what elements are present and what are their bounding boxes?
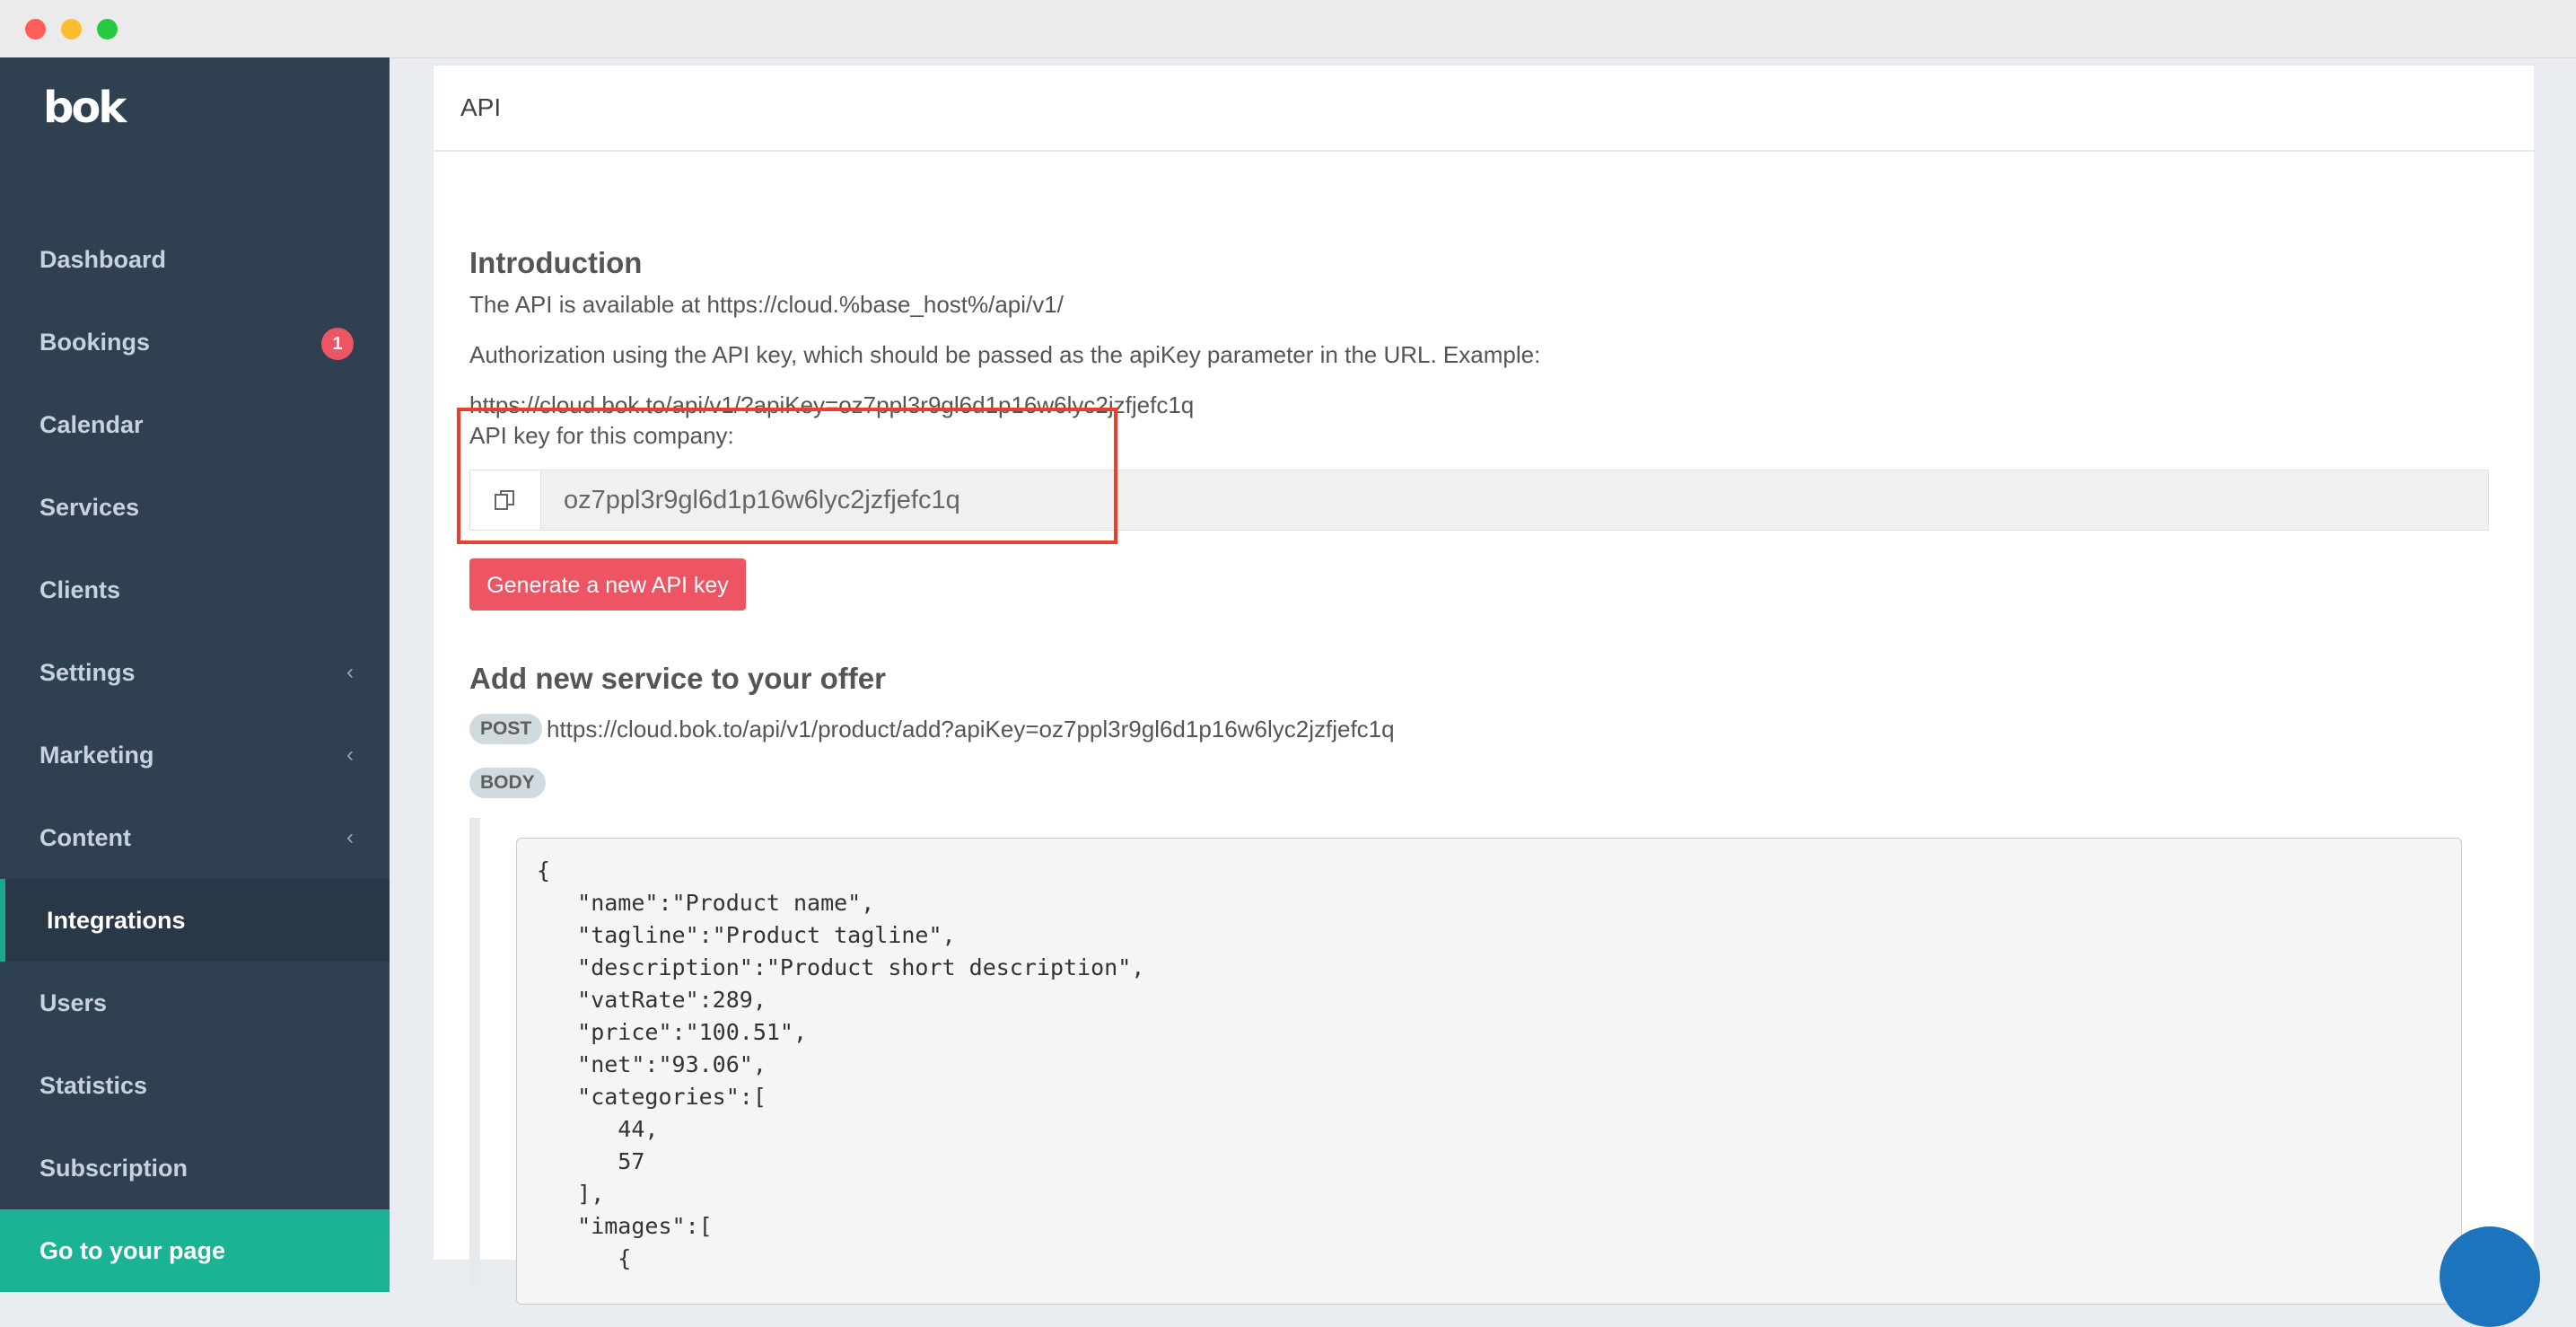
api-key-highlight-box — [457, 408, 1117, 544]
request-body-code: { "name":"Product name", "tagline":"Prod… — [516, 838, 2462, 1305]
sidebar-item-label: Marketing — [39, 742, 154, 769]
method-badge: POST — [469, 714, 543, 744]
minimize-window-button[interactable] — [61, 19, 82, 40]
window-titlebar — [0, 0, 2576, 58]
chevron-left-icon: ‹ — [346, 743, 354, 767]
logo[interactable]: bok — [43, 83, 127, 133]
introduction-heading: Introduction — [469, 246, 643, 279]
sidebar-item-label: Integrations — [47, 907, 186, 934]
sidebar-item-label: Settings — [39, 659, 136, 686]
sidebar-item-label: Calendar — [39, 411, 144, 438]
sidebar-item-statistics[interactable]: Statistics — [0, 1044, 390, 1127]
chat-widget-button[interactable] — [2440, 1226, 2540, 1327]
sidebar-item-label: Clients — [39, 576, 121, 603]
generate-api-key-button[interactable]: Generate a new API key — [469, 558, 746, 611]
body-badge: BODY — [469, 768, 546, 798]
sidebar-item-services[interactable]: Services — [0, 466, 390, 549]
sidebar-item-label: Content — [39, 824, 131, 851]
sidebar-item-content[interactable]: Content ‹ — [0, 796, 390, 879]
api-panel: API Introduction The API is available at… — [434, 63, 2534, 1305]
chevron-left-icon: ‹ — [346, 825, 354, 849]
sidebar-item-label: Users — [39, 989, 108, 1016]
sidebar-item-dashboard[interactable]: Dashboard — [0, 218, 390, 301]
api-base-url-text: The API is available at https://cloud.%b… — [469, 291, 1064, 318]
add-service-heading: Add new service to your offer — [469, 662, 886, 695]
chevron-left-icon: ‹ — [346, 660, 354, 684]
maximize-window-button[interactable] — [97, 19, 118, 40]
go-to-your-page-button[interactable]: Go to your page — [0, 1209, 390, 1292]
authorization-text: Authorization using the API key, which s… — [469, 341, 1541, 368]
sidebar-item-label: Bookings — [39, 329, 151, 356]
sidebar-item-calendar[interactable]: Calendar — [0, 383, 390, 466]
panel-title: API — [434, 66, 2534, 152]
bookings-count-badge: 1 — [321, 328, 354, 360]
sidebar: bok Dashboard Bookings 1 Calendar Service… — [0, 57, 390, 1292]
sidebar-item-settings[interactable]: Settings ‹ — [0, 631, 390, 714]
sidebar-item-integrations[interactable]: Integrations — [0, 879, 390, 962]
sidebar-item-marketing[interactable]: Marketing ‹ — [0, 714, 390, 796]
sidebar-item-bookings[interactable]: Bookings 1 — [0, 301, 390, 383]
close-window-button[interactable] — [25, 19, 46, 40]
sidebar-item-label: Subscription — [39, 1155, 188, 1182]
code-block-wrapper: { "name":"Product name", "tagline":"Prod… — [469, 818, 2475, 1305]
sidebar-item-label: Services — [39, 494, 140, 521]
cta-label: Go to your page — [39, 1237, 226, 1264]
sidebar-item-subscription[interactable]: Subscription — [0, 1127, 390, 1209]
sidebar-item-clients[interactable]: Clients — [0, 549, 390, 631]
endpoint-url-text: https://cloud.bok.to/api/v1/product/add?… — [547, 716, 1395, 743]
sidebar-item-users[interactable]: Users — [0, 962, 390, 1044]
sidebar-item-label: Statistics — [39, 1072, 148, 1099]
request-body-text: { "name":"Product name", "tagline":"Prod… — [537, 857, 1145, 1271]
sidebar-item-label: Dashboard — [39, 246, 167, 273]
